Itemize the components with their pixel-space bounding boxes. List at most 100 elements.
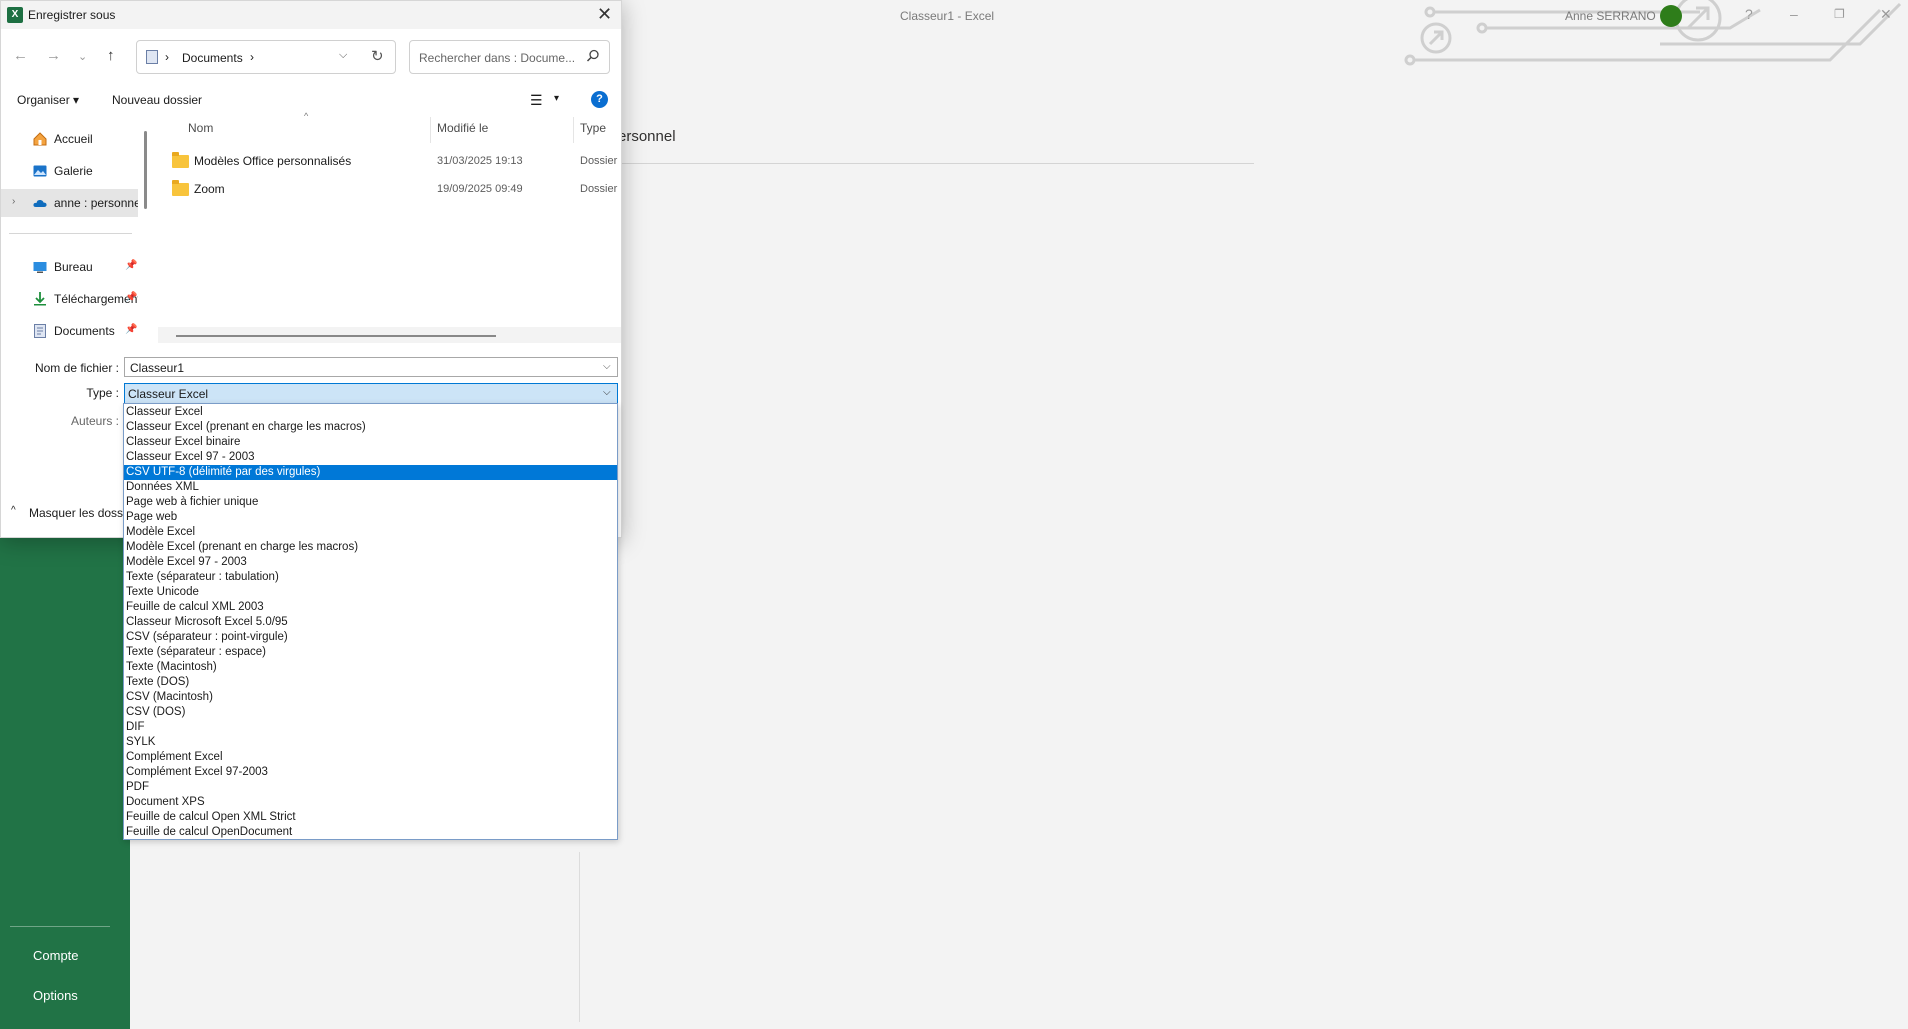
new-folder-button[interactable]: Nouveau dossier (112, 93, 202, 107)
sidebar-item-label: Galerie (54, 164, 93, 178)
filename-value: Classeur1 (130, 361, 185, 375)
hide-folders-button[interactable]: ^ Masquer les dossiers (1, 501, 142, 525)
up-icon[interactable]: ↑ (107, 47, 115, 64)
search-icon[interactable] (585, 48, 601, 64)
forward-icon[interactable]: → (46, 47, 61, 64)
pin-icon[interactable]: 📌 (125, 292, 137, 303)
sidebar-item-gallery[interactable]: Galerie (1, 157, 138, 185)
type-option[interactable]: CSV (Macintosh) (124, 690, 617, 705)
chevron-right-icon[interactable]: › (12, 196, 15, 207)
type-option[interactable]: CSV (DOS) (124, 705, 617, 720)
type-option[interactable]: Données XML (124, 480, 617, 495)
sidebar-item-desktop[interactable]: Bureau 📌 (1, 253, 138, 281)
chevron-down-icon[interactable]: ▾ (554, 93, 559, 104)
column-divider[interactable] (573, 117, 574, 143)
sidebar-item-onedrive[interactable]: › anne : personnel (1, 189, 138, 217)
column-divider[interactable] (430, 117, 431, 143)
column-header-name[interactable]: Nom (188, 121, 213, 135)
type-option[interactable]: SYLK (124, 735, 617, 750)
folder-icon (172, 180, 189, 196)
type-option[interactable]: DIF (124, 720, 617, 735)
divider (618, 163, 1254, 164)
nav-account[interactable]: Compte (33, 948, 79, 963)
type-option[interactable]: Classeur Microsoft Excel 5.0/95 (124, 615, 617, 630)
sidebar-item-documents[interactable]: Documents 📌 (1, 317, 138, 345)
documents-icon (146, 50, 158, 64)
sidebar-item-downloads[interactable]: Téléchargements 📌 (1, 285, 138, 313)
chevron-right-icon[interactable]: › (165, 50, 169, 64)
organize-button[interactable]: Organiser ▾ (17, 93, 79, 107)
folder-icon (172, 152, 189, 168)
file-type: Dossier (580, 183, 618, 195)
recent-chevron-icon[interactable]: ⌄ (78, 50, 87, 63)
sidebar-scrollbar[interactable] (144, 131, 147, 209)
search-input[interactable]: Rechercher dans : Docume... (409, 40, 610, 74)
close-icon[interactable]: ✕ (597, 4, 612, 25)
type-option[interactable]: Classeur Excel 97 - 2003 (124, 450, 617, 465)
sidebar-item-label: Accueil (54, 132, 93, 146)
type-option[interactable]: Texte (séparateur : tabulation) (124, 570, 617, 585)
divider (9, 233, 132, 234)
type-option[interactable]: Modèle Excel (prenant en charge les macr… (124, 540, 617, 555)
chevron-down-icon[interactable]: ⌵ (603, 361, 611, 372)
type-option[interactable]: CSV UTF-8 (délimité par des virgules) (124, 465, 617, 480)
organize-label: Organiser (17, 93, 70, 107)
address-bar[interactable]: › Documents › ⌵ ↻ (136, 40, 396, 74)
horizontal-scrollbar[interactable] (176, 335, 496, 337)
type-option[interactable]: Texte (DOS) (124, 675, 617, 690)
documents-icon (34, 324, 46, 338)
pin-icon[interactable]: 📌 (125, 260, 137, 271)
sidebar-item-label: anne : personnel (54, 196, 138, 210)
sidebar-item-home[interactable]: Accueil (1, 125, 138, 153)
type-option[interactable]: Texte (séparateur : espace) (124, 645, 617, 660)
file-modified: 31/03/2025 19:13 (437, 155, 523, 167)
restore-icon[interactable]: ❐ (1834, 7, 1845, 21)
type-option[interactable]: Feuille de calcul Open XML Strict (124, 810, 617, 825)
chevron-down-icon[interactable]: ⌵ (603, 387, 611, 398)
minimize-icon[interactable]: – (1790, 6, 1798, 22)
nav-options[interactable]: Options (33, 988, 78, 1003)
chevron-right-icon[interactable]: › (250, 50, 254, 64)
avatar[interactable] (1660, 5, 1682, 27)
type-option[interactable]: Complément Excel 97-2003 (124, 765, 617, 780)
user-name[interactable]: Anne SERRANO (1565, 9, 1656, 23)
type-option[interactable]: Classeur Excel (prenant en charge les ma… (124, 420, 617, 435)
type-option[interactable]: Page web à fichier unique (124, 495, 617, 510)
type-option[interactable]: Modèle Excel (124, 525, 617, 540)
column-header-modified[interactable]: Modifié le (437, 121, 488, 135)
type-option[interactable]: PDF (124, 780, 617, 795)
type-option[interactable]: Feuille de calcul XML 2003 (124, 600, 617, 615)
list-item[interactable]: Zoom 19/09/2025 09:49 Dossier (172, 178, 624, 202)
type-option[interactable]: Complément Excel (124, 750, 617, 765)
type-option[interactable]: Document XPS (124, 795, 617, 810)
filename-field[interactable]: Classeur1 ⌵ (124, 357, 618, 377)
close-icon[interactable]: ✕ (1880, 6, 1892, 23)
type-option[interactable]: Feuille de calcul OpenDocument (124, 825, 617, 840)
type-select[interactable]: Classeur Excel ⌵ (124, 383, 618, 404)
type-option[interactable]: Classeur Excel (124, 405, 617, 420)
column-header-type[interactable]: Type (580, 121, 606, 135)
desktop-icon (33, 262, 47, 273)
divider (579, 852, 580, 1022)
type-option[interactable]: CSV (séparateur : point-virgule) (124, 630, 617, 645)
authors-label: Auteurs : (70, 414, 119, 428)
onedrive-icon (33, 199, 47, 207)
type-option[interactable]: Classeur Excel binaire (124, 435, 617, 450)
download-icon (34, 292, 46, 306)
type-option[interactable]: Texte Unicode (124, 585, 617, 600)
list-item[interactable]: Modèles Office personnalisés 31/03/2025 … (172, 150, 624, 174)
file-type: Dossier (580, 155, 618, 167)
breadcrumb-documents[interactable]: Documents (182, 51, 243, 65)
refresh-icon[interactable]: ↻ (371, 47, 384, 65)
back-icon[interactable]: ← (13, 47, 28, 64)
chevron-down-icon[interactable]: ⌵ (339, 49, 347, 62)
help-icon[interactable]: ? (1745, 6, 1753, 22)
type-option[interactable]: Page web (124, 510, 617, 525)
pin-icon[interactable]: 📌 (125, 324, 137, 335)
file-modified: 19/09/2025 09:49 (437, 183, 523, 195)
type-option[interactable]: Texte (Macintosh) (124, 660, 617, 675)
help-icon[interactable]: ? (591, 91, 608, 108)
file-list: ^ Nom Modifié le Type Modèles Office per… (158, 111, 624, 342)
view-icon[interactable]: ☰ (530, 92, 543, 109)
type-option[interactable]: Modèle Excel 97 - 2003 (124, 555, 617, 570)
